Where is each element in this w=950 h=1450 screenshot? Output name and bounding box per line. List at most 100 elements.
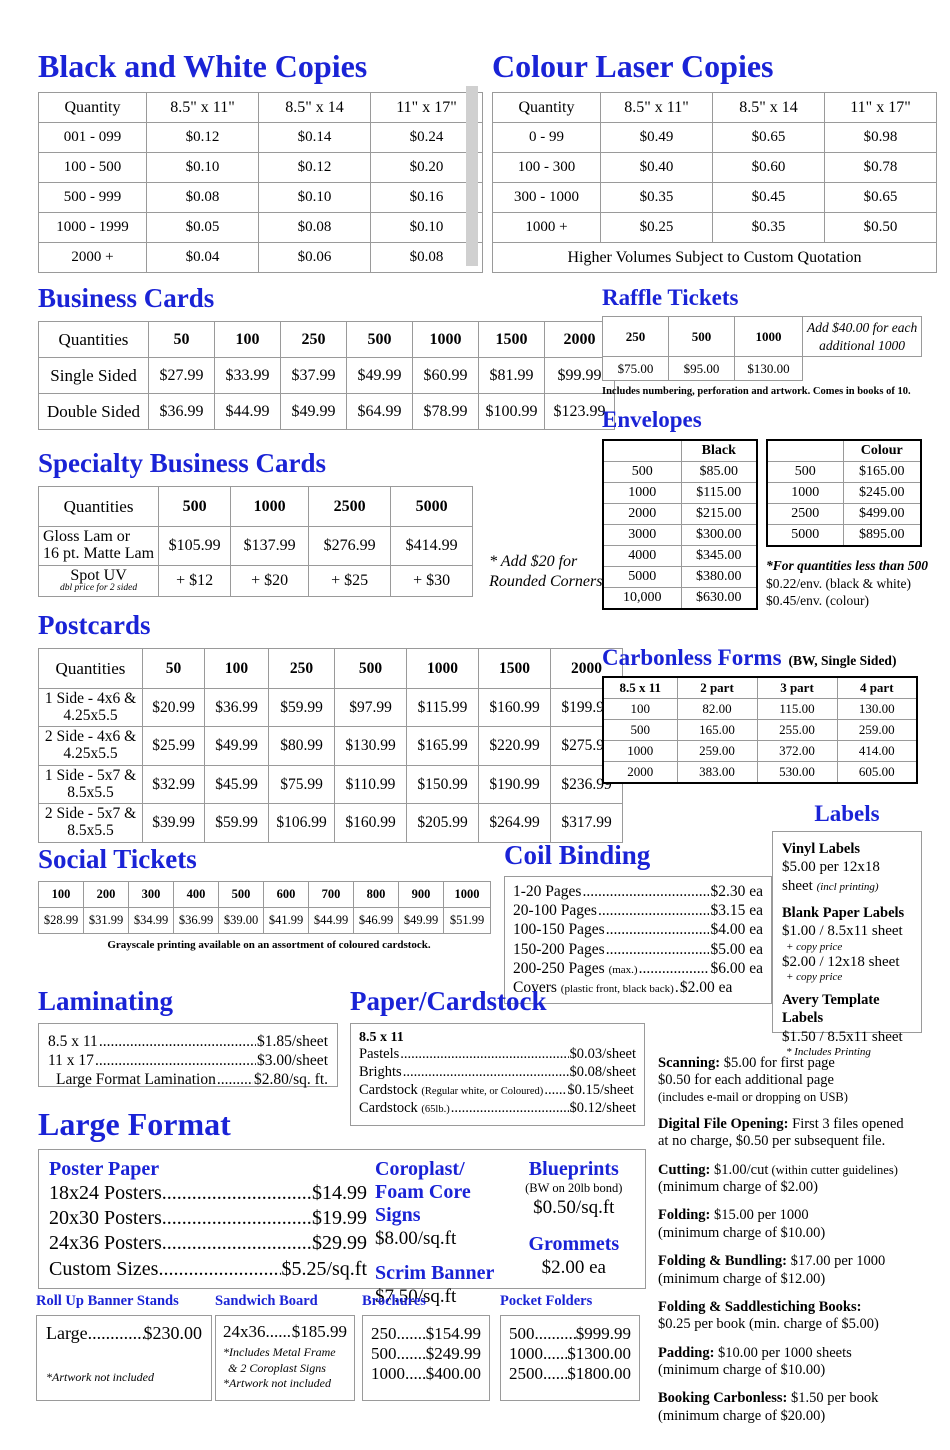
table-row: Double Sided $36.99 $44.99 $49.99 $64.99… (38, 393, 615, 430)
row-label-postcard: 2 Side - 4x6 & 4.25x5.5 (38, 726, 143, 766)
label-group-head-vinyl: Vinyl Labels (782, 841, 861, 857)
cell-quantity: 1000 (602, 482, 682, 504)
label-line: sheet (incl printing) (782, 877, 912, 896)
col-header-500: 500 (218, 881, 264, 908)
row-label-line1: 1 Side - 4x6 & (44, 690, 137, 707)
table-header-row: 8.5 x 11 2 part 3 part 4 part (602, 676, 918, 699)
group-head-poster-paper: Poster Paper (49, 1158, 160, 1180)
table-row: Gloss Lam or 16 pt. Matte Lam $105.99 $13… (37, 526, 474, 566)
cell-price: $0.25 (600, 212, 713, 243)
dot-leader (675, 978, 679, 997)
cell-price: $276.99 (308, 526, 392, 566)
col-header-250: 250 (602, 315, 669, 358)
cell-price: + $30 (390, 564, 474, 598)
row-label-sub: (max.) (608, 963, 638, 976)
laminating-row: 8.5 x 11 $1.85/sheet (48, 1032, 328, 1051)
table-row: 1 Side - 4x6 & 4.25x5.5 $20.99 $36.99 $5… (38, 687, 623, 728)
table-row: 100 - 300 $0.40 $0.60 $0.78 (492, 152, 937, 183)
row-label-sub: (Regular white, or Coloured) (421, 1085, 544, 1097)
row-price: $185.99 (291, 1322, 347, 1341)
table-bw-copies: Quantity 8.5" x 11" 8.5" x 14 11" x 17" … (38, 92, 483, 273)
section-postcards: Postcards Quantities 50 100 250 500 1000… (38, 612, 623, 843)
section-title-colour-copies: Colour Laser Copies (492, 48, 774, 84)
cell-price: $0.08 (258, 212, 371, 243)
cell-price: $0.60 (712, 152, 825, 183)
cell-price: $165.00 (842, 461, 922, 483)
cell-price: + $20 (230, 564, 310, 598)
dot-leader (405, 1364, 426, 1384)
col-header-3-part: 3 part (756, 676, 838, 699)
section-title-carbonless-forms: Carbonless Forms (602, 645, 782, 670)
poster-row: Custom Sizes $5.25/sq.ft (49, 1257, 367, 1282)
cell-price: $97.99 (334, 687, 407, 728)
cell-price: $160.99 (334, 803, 407, 843)
pocket-folders-row: 2500 $1800.00 (509, 1364, 631, 1384)
coil-binding-row: 200-250 Pages (max.) $6.00 ea (513, 959, 763, 978)
cell-price: $110.99 (334, 764, 407, 805)
grommets-price: $2.00 ea (541, 1256, 606, 1278)
sandwich-board-box: 24x36 $185.99 *Includes Metal Frame & 2 C… (215, 1315, 355, 1401)
cell-price: $60.99 (412, 357, 479, 394)
group-head-coroplast-line1: Coroplast/ (375, 1158, 465, 1180)
cell-price: $0.98 (824, 122, 937, 153)
cell-price: $499.00 (842, 503, 922, 525)
row-price: $5.25/sq.ft (281, 1257, 367, 1280)
table-row: 3000 $300.00 (602, 524, 758, 546)
row-label-spot-uv: Spot UV dbl price for 2 sided (37, 564, 160, 598)
table-row: 2 Side - 4x6 & 4.25x5.5 $25.99 $49.99 $8… (38, 726, 623, 766)
cell-price: $150.99 (406, 764, 479, 805)
dot-leader (217, 1070, 253, 1089)
note-line-1: Add $40.00 for each (807, 320, 918, 335)
table-row: 001 - 099 $0.12 $0.14 $0.24 (38, 122, 483, 153)
paper-row: Cardstock (Regular white, or Coloured) $0… (359, 1082, 636, 1100)
service-digital-file-opening: Digital File Opening: First 3 files open… (658, 1116, 938, 1151)
note-line-3: *Artwork not included (223, 1376, 331, 1391)
cell-quantity: 100 (602, 698, 678, 720)
col-header-250: 250 (280, 321, 347, 358)
section-social-tickets: Social Tickets 100 200 300 400 500 600 7… (38, 846, 500, 951)
cell-price: $0.12 (146, 122, 259, 153)
laminating-row: 11 x 17 $3.00/sheet (48, 1051, 328, 1070)
cell-price: $0.35 (600, 182, 713, 213)
service-folding-saddlestiching: Folding & Saddlestiching Books: $0.25 pe… (658, 1299, 938, 1334)
cell-quantity: 4000 (602, 545, 682, 567)
service-line: (minimum charge of $12.00) (658, 1270, 826, 1287)
service-booking-carbonless: Booking Carbonless: $1.50 per book (mini… (658, 1390, 938, 1425)
cell-price: $36.99 (148, 393, 215, 430)
table-specialty-cards: Quantities 500 1000 2500 5000 Gloss Lam … (37, 486, 474, 598)
note-title: *For quantities less than 500 (766, 558, 929, 573)
table-header-row: 100 200 300 400 500 600 700 800 900 1000 (38, 881, 491, 908)
cell-price: $81.99 (478, 357, 545, 394)
table-header-row: Quantities 50 100 250 500 1000 1500 2000 (38, 648, 623, 689)
sandwich-board-notes: *Includes Metal Frame & 2 Coroplast Sign… (223, 1345, 347, 1392)
col-header-black: Black (680, 439, 758, 462)
table-row: 300 - 1000 $0.35 $0.45 $0.65 (492, 182, 937, 213)
cell-price: $41.99 (263, 907, 309, 934)
col-header-100: 100 (204, 648, 269, 689)
col-header-quantity: Quantity (38, 92, 147, 123)
brochures-row: 500 $249.99 (371, 1344, 481, 1364)
cell-price: $20.99 (142, 687, 205, 728)
section-title-coil-binding: Coil Binding (504, 840, 651, 870)
service-line: $0.25 per book (min. charge of $5.00) (658, 1316, 879, 1333)
cell-price: $0.78 (824, 152, 937, 183)
row-quantity: 500 (371, 1344, 397, 1363)
section-paper-cardstock: Paper/Cardstock 8.5 x 11 Pastels $0.03/sh… (350, 988, 645, 1126)
section-envelopes: Envelopes Black 500 $85.00 1000 $115.00 20… (602, 408, 928, 610)
row-label: Brights (359, 1063, 402, 1080)
row-price: $999.99 (575, 1324, 631, 1343)
table-row: 500 - 999 $0.08 $0.10 $0.16 (38, 182, 483, 213)
large-format-blueprints-grommets: Blueprints (BW on 20lb bond) $0.50/sq.ft… (513, 1158, 635, 1280)
row-label: 8.5 x 11 (48, 1033, 98, 1050)
row-label: 11 x 17 (48, 1052, 94, 1070)
cell-price: $0.10 (258, 182, 371, 213)
cell-price: $414.99 (390, 526, 474, 566)
row-label-line1: 2 Side - 4x6 & (44, 728, 137, 746)
cell-price: 530.00 (756, 761, 838, 784)
table-row: 1000 + $0.25 $0.35 $0.50 (492, 212, 937, 243)
brochures-row: 1000 $400.00 (371, 1364, 481, 1384)
cell-price: $49.99 (280, 393, 347, 430)
cell-quantity: 100 - 500 (38, 152, 147, 183)
cell-quantity: 500 (602, 719, 678, 741)
cell-price: $49.99 (204, 726, 269, 766)
